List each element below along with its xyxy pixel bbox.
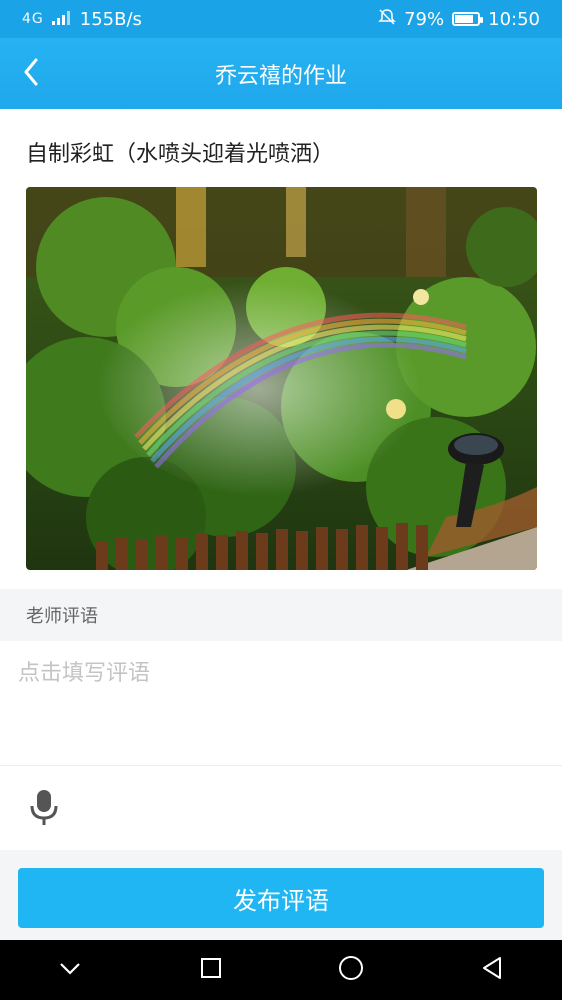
comment-box — [0, 641, 562, 766]
system-navigation-bar — [0, 940, 562, 1000]
status-right: 79% 10:50 — [378, 8, 540, 31]
back-button[interactable] — [6, 38, 56, 109]
homework-title: 自制彩虹（水喷头迎着光喷洒） — [26, 142, 335, 167]
signal-bars-icon — [51, 9, 72, 30]
chevron-down-icon — [59, 961, 81, 980]
publish-area: 发布评语 — [0, 850, 562, 940]
battery-icon — [452, 12, 484, 26]
circle-icon — [338, 955, 364, 985]
teacher-comment-header: 老师评语 — [0, 589, 562, 641]
homework-photo[interactable] — [26, 187, 537, 570]
voice-input-row — [0, 766, 562, 850]
status-left: 4G 155B/s — [22, 9, 142, 30]
app-bar: 乔云禧的作业 — [0, 38, 562, 109]
publish-comment-button[interactable]: 发布评语 — [18, 868, 544, 928]
garden-rainbow-image — [26, 187, 537, 570]
square-icon — [200, 957, 222, 983]
chevron-left-icon — [23, 58, 39, 90]
battery-percent: 79% — [404, 8, 445, 30]
voice-input-button[interactable] — [26, 788, 62, 828]
triangle-back-icon — [480, 956, 504, 984]
bell-off-icon — [378, 8, 396, 31]
battery-fill — [455, 15, 473, 23]
nav-home-button[interactable] — [321, 940, 381, 1000]
signal-icon: 4G — [22, 11, 44, 27]
clock: 10:50 — [488, 8, 540, 30]
page-title: 乔云禧的作业 — [214, 63, 347, 89]
status-bar: 4G 155B/s 79% 10:50 — [0, 0, 562, 38]
nav-back-button[interactable] — [462, 940, 522, 1000]
network-speed: 155B/s — [79, 8, 142, 30]
nav-recents-button[interactable] — [181, 940, 241, 1000]
microphone-icon — [26, 790, 62, 832]
comment-input[interactable] — [0, 641, 562, 765]
nav-collapse-button[interactable] — [40, 940, 100, 1000]
